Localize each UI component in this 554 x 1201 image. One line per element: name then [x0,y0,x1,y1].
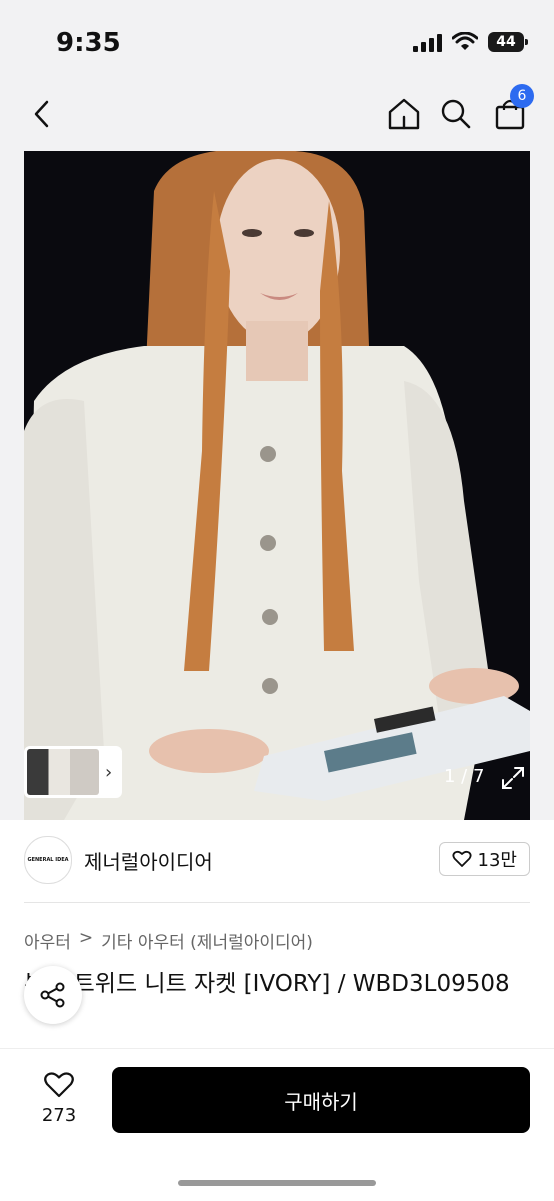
heart-icon [44,1072,74,1098]
search-icon [441,99,471,129]
home-button[interactable] [384,94,424,134]
breadcrumb-separator: > [78,928,94,948]
home-indicator [178,1180,376,1186]
buy-button[interactable]: 구매하기 [112,1067,530,1133]
status-time: 9:35 [56,28,121,58]
cart-button[interactable]: 6 [490,84,534,134]
brand-name[interactable]: 제너럴아이디어 [84,846,213,875]
status-icons: 44 [413,32,528,52]
brand-row: GENERAL IDEA 제너럴아이디어 13만 [24,836,530,886]
status-bar: 9:35 44 [0,0,554,80]
home-icon [388,98,420,130]
breadcrumb-level1[interactable]: 아우터 [24,928,71,953]
brand-like-button[interactable]: 13만 [438,842,530,876]
brand-logo[interactable]: GENERAL IDEA [24,836,72,884]
product-title: 부클 트위드 니트 자켓 [IVORY] / WBD3L09508 [24,971,510,997]
expand-button[interactable] [500,765,526,791]
divider [24,902,530,903]
wishlist-count: 273 [41,1105,77,1126]
heart-icon [452,850,472,867]
image-counter: 1 / 7 [444,766,485,787]
bottom-action-bar: 273 구매하기 [0,1048,554,1201]
back-button[interactable] [22,94,62,134]
brand-like-count: 13만 [477,850,517,871]
share-button[interactable] [24,966,82,1024]
product-image[interactable] [24,151,530,820]
thumbnail-strip[interactable]: › [24,746,122,798]
cart-count-badge: 6 [510,84,534,108]
wifi-icon [452,32,478,50]
thumbnail-image [27,749,99,795]
chevron-right-icon: › [105,761,113,783]
wishlist-button[interactable]: 273 [30,1071,88,1126]
battery-icon: 44 [488,32,528,52]
breadcrumb-level2[interactable]: 기타 아우터 (제너럴아이디어) [101,928,313,953]
cellular-signal-icon [413,32,442,52]
search-button[interactable] [436,94,476,134]
chevron-left-icon [34,100,49,128]
expand-icon [502,767,524,789]
breadcrumb: 아우터 > 기타 아우터 (제너럴아이디어) [24,928,313,953]
product-photo [24,151,530,820]
top-navigation: 6 [0,84,554,142]
share-icon [40,982,65,1008]
